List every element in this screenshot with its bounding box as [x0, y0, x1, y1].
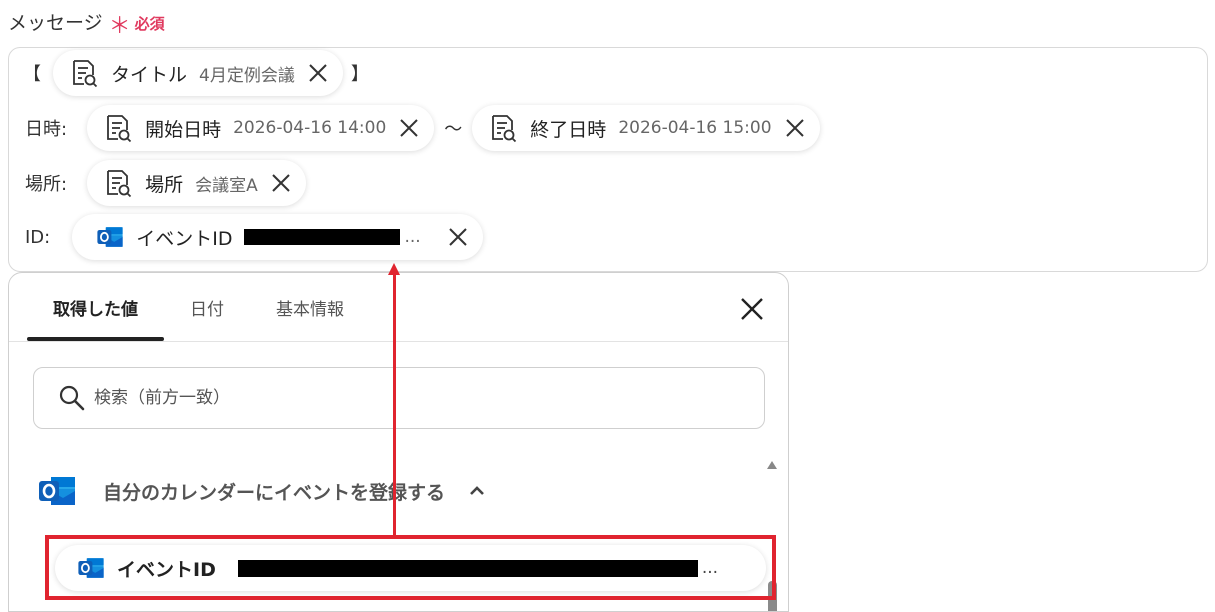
required-asterisk: ＊ — [108, 14, 131, 39]
close-icon[interactable] — [398, 117, 420, 139]
pill-label: 場所 — [145, 173, 184, 196]
pill-label: イベントID — [136, 227, 233, 250]
place-variable-pill[interactable]: 場所 会議室A — [87, 160, 306, 206]
document-search-icon — [488, 113, 518, 143]
action-group-header[interactable]: 自分のカレンダーにイベントを登録する — [37, 473, 487, 509]
redacted-value — [237, 559, 698, 577]
place-line: 場所: 場所 会議室A — [25, 160, 306, 206]
pill-label: 終了日時 — [530, 118, 607, 141]
tabs-divider — [9, 341, 788, 342]
close-icon[interactable] — [270, 172, 292, 194]
close-icon[interactable] — [447, 226, 469, 248]
pill-label: 開始日時 — [145, 118, 222, 141]
datetime-line: 日時: 開始日時 2026-04-16 14:00 〜 終了日時 2026-04… — [25, 105, 820, 151]
tab-date[interactable]: 日付 — [164, 273, 250, 341]
pill-value-ellipsis: ... — [404, 227, 421, 247]
pill-value: 2026-04-16 14:00 — [233, 118, 387, 138]
event-id-variable-pill[interactable]: イベントID ... — [72, 214, 483, 260]
search-icon — [59, 385, 85, 411]
annotation-arrow-line — [393, 272, 396, 536]
close-icon[interactable] — [784, 117, 806, 139]
redacted-value — [244, 229, 401, 245]
search-box[interactable] — [33, 367, 765, 429]
outlook-icon — [77, 555, 105, 581]
list-item-event-id[interactable]: イベントID ... — [55, 545, 766, 591]
close-icon[interactable] — [307, 62, 329, 84]
place-prefix: 場所: — [25, 174, 68, 195]
message-editor[interactable]: 【 タイトル 4月定例会議 】 日時: 開始日時 2026-04-16 14:0… — [8, 47, 1208, 272]
field-label-text: メッセージ — [8, 12, 103, 34]
document-search-icon — [103, 113, 133, 143]
document-search-icon — [103, 168, 133, 198]
pill-value: 2026-04-16 15:00 — [618, 118, 772, 138]
tab-basic-info[interactable]: 基本情報 — [250, 273, 370, 341]
picker-tabs: 取得した値 日付 基本情報 — [27, 273, 370, 341]
outlook-icon — [96, 222, 124, 252]
pill-value: 会議室A — [195, 175, 258, 196]
required-badge: 必須 — [134, 15, 165, 33]
scroll-up-arrow[interactable] — [767, 461, 777, 469]
pill-label: タイトル — [111, 63, 188, 86]
close-icon[interactable] — [738, 295, 766, 323]
range-separator: 〜 — [444, 119, 463, 140]
pill-value: 4月定例会議 — [199, 65, 295, 86]
document-search-icon — [69, 58, 99, 88]
open-bracket: 【 — [23, 64, 41, 85]
start-datetime-pill[interactable]: 開始日時 2026-04-16 14:00 — [87, 105, 435, 151]
title-variable-pill[interactable]: タイトル 4月定例会議 — [53, 50, 343, 96]
item-value-ellipsis: ... — [701, 558, 719, 578]
item-label: イベントID — [117, 558, 216, 581]
datetime-prefix: 日時: — [25, 119, 68, 140]
variable-picker-panel: 取得した値 日付 基本情報 自分のカレンダーにイベントを登録する イベントID … — [8, 272, 789, 612]
annotation-arrow-head — [388, 263, 400, 275]
tab-retrieved-values[interactable]: 取得した値 — [27, 273, 164, 341]
chevron-up-icon[interactable] — [467, 481, 487, 501]
title-line: 【 タイトル 4月定例会議 】 — [23, 50, 369, 96]
end-datetime-pill[interactable]: 終了日時 2026-04-16 15:00 — [472, 105, 820, 151]
id-prefix: ID: — [25, 226, 51, 248]
outlook-icon — [37, 473, 77, 509]
id-line: ID: イベントID ... — [25, 214, 483, 260]
highlight-box: イベントID ... — [45, 535, 776, 600]
field-label: メッセージ ＊ 必須 — [8, 4, 165, 39]
close-bracket: 】 — [350, 64, 369, 85]
